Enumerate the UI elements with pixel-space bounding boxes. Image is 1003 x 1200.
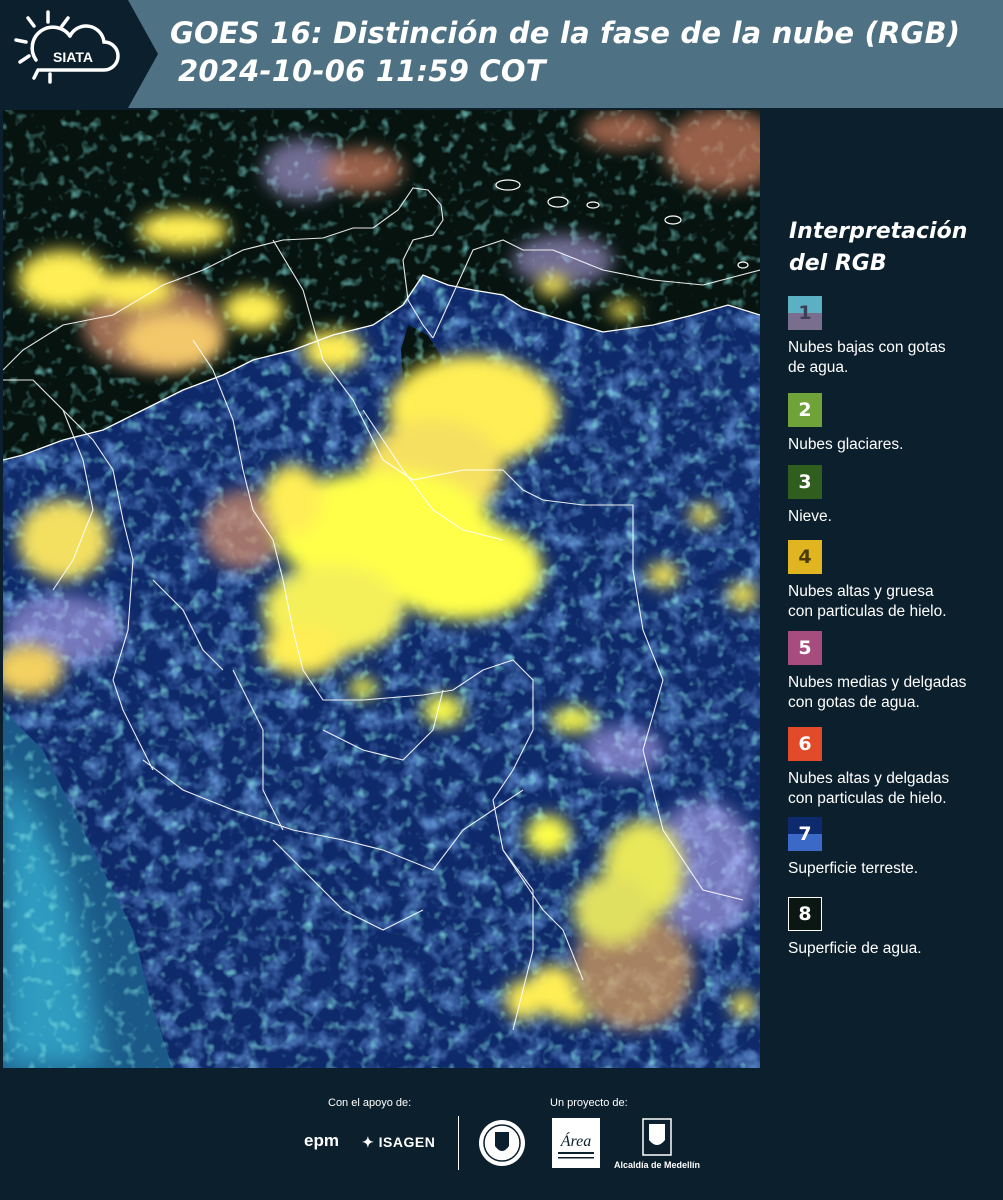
page-title: GOES 16: Distinción de la fase de la nub…	[170, 16, 961, 50]
legend-description: Superficie terreste.	[788, 859, 998, 879]
legend-description: Superficie de agua.	[788, 939, 998, 959]
legend-number: 5	[798, 637, 812, 659]
isagen-logo: ✦ ISAGEN	[362, 1134, 435, 1151]
medellin-shield-icon	[642, 1118, 672, 1156]
footer-divider	[458, 1116, 459, 1170]
legend-swatch: 2	[788, 393, 822, 427]
legend-number: 6	[798, 733, 812, 755]
legend-number: 8	[798, 903, 812, 925]
legend-item-5: 5 Nubes medias y delgadas con gotas de agu…	[788, 631, 998, 713]
legend-description-line1: Nubes glaciares.	[788, 436, 904, 453]
legend-number: 1	[798, 302, 812, 324]
legend-item-2: 2 Nubes glaciares.	[788, 393, 998, 455]
isagen-text: ISAGEN	[378, 1134, 436, 1150]
footer: Con el apoyo de: Un proyecto de: epm ✦ I…	[0, 1068, 1003, 1200]
legend-swatch: 6	[788, 727, 822, 761]
legend-description-line2: con particulas de hielo.	[788, 603, 947, 620]
legend-swatch: 1	[788, 296, 822, 330]
page-timestamp: 2024-10-06 11:59 COT	[178, 54, 546, 88]
siata-logo: SIATA	[0, 0, 158, 108]
legend-item-4: 4 Nubes altas y gruesa con particulas de h…	[788, 540, 998, 622]
legend-description-line1: Nieve.	[788, 508, 832, 525]
legend-swatch: 8	[788, 897, 822, 931]
header-bar: SIATA GOES 16: Distinción de la fase de …	[0, 0, 1003, 108]
title-block: GOES 16: Distinción de la fase de la nub…	[170, 14, 960, 90]
legend-item-8: 8 Superficie de agua.	[788, 897, 998, 959]
legend-description-line1: Nubes bajas con gotas	[788, 339, 946, 356]
alcaldia-medellin-logo: Alcaldía de Medellín	[612, 1118, 702, 1170]
legend-description-line2: con gotas de agua.	[788, 694, 920, 711]
siata-logo-text: SIATA	[53, 49, 93, 65]
satellite-map[interactable]	[3, 110, 760, 1068]
legend-title-line2: del RGB	[789, 251, 887, 276]
legend-swatch: 7	[788, 817, 822, 851]
legend-description: Nubes altas y delgadas con particulas de …	[788, 769, 998, 809]
legend-item-7: 7 Superficie terreste.	[788, 817, 998, 879]
legend-description: Nubes glaciares.	[788, 435, 998, 455]
legend-number: 2	[798, 399, 812, 421]
antioquia-seal-logo	[479, 1120, 525, 1166]
legend-description: Nubes medias y delgadas con gotas de agua…	[788, 673, 998, 713]
alcaldia-text: Alcaldía de Medellín	[613, 1160, 701, 1170]
legend-number: 7	[798, 823, 812, 845]
legend-number: 3	[798, 471, 812, 493]
legend-description-line1: Nubes medias y delgadas	[788, 674, 967, 691]
legend-description: Nieve.	[788, 507, 998, 527]
legend-swatch: 3	[788, 465, 822, 499]
legend-description: Nubes bajas con gotas de agua.	[788, 338, 998, 378]
rgb-cloud-phase-map	[3, 110, 760, 1068]
legend-title: Interpretación del RGB	[789, 216, 967, 280]
legend-title-line1: Interpretación	[789, 219, 968, 244]
legend-number: 4	[798, 546, 812, 568]
legend-item-1: 1 Nubes bajas con gotas de agua.	[788, 296, 998, 378]
legend-description-line1: Superficie de agua.	[788, 940, 922, 957]
legend-description-line1: Superficie terreste.	[788, 860, 919, 877]
epm-logo: epm	[304, 1131, 339, 1150]
legend-item-6: 6 Nubes altas y delgadas con particulas de…	[788, 727, 998, 809]
legend-swatch: 5	[788, 631, 822, 665]
legend-panel: Interpretación del RGB 1 Nubes bajas con …	[760, 110, 1003, 1068]
legend-description-line1: Nubes altas y delgadas	[788, 770, 950, 787]
area-metropolitana-logo: Área	[552, 1118, 600, 1172]
project-caption: Un proyecto de:	[550, 1097, 628, 1109]
legend-description-line2: de agua.	[788, 359, 849, 376]
legend-description: Nubes altas y gruesa con particulas de hi…	[788, 582, 998, 622]
legend-description-line1: Nubes altas y gruesa	[788, 583, 934, 600]
legend-swatch: 4	[788, 540, 822, 574]
svg-text:Área: Área	[560, 1131, 592, 1150]
support-caption: Con el apoyo de:	[328, 1097, 412, 1109]
legend-item-3: 3 Nieve.	[788, 465, 998, 527]
isagen-star-icon: ✦	[362, 1134, 375, 1150]
legend-description-line2: con particulas de hielo.	[788, 790, 947, 807]
